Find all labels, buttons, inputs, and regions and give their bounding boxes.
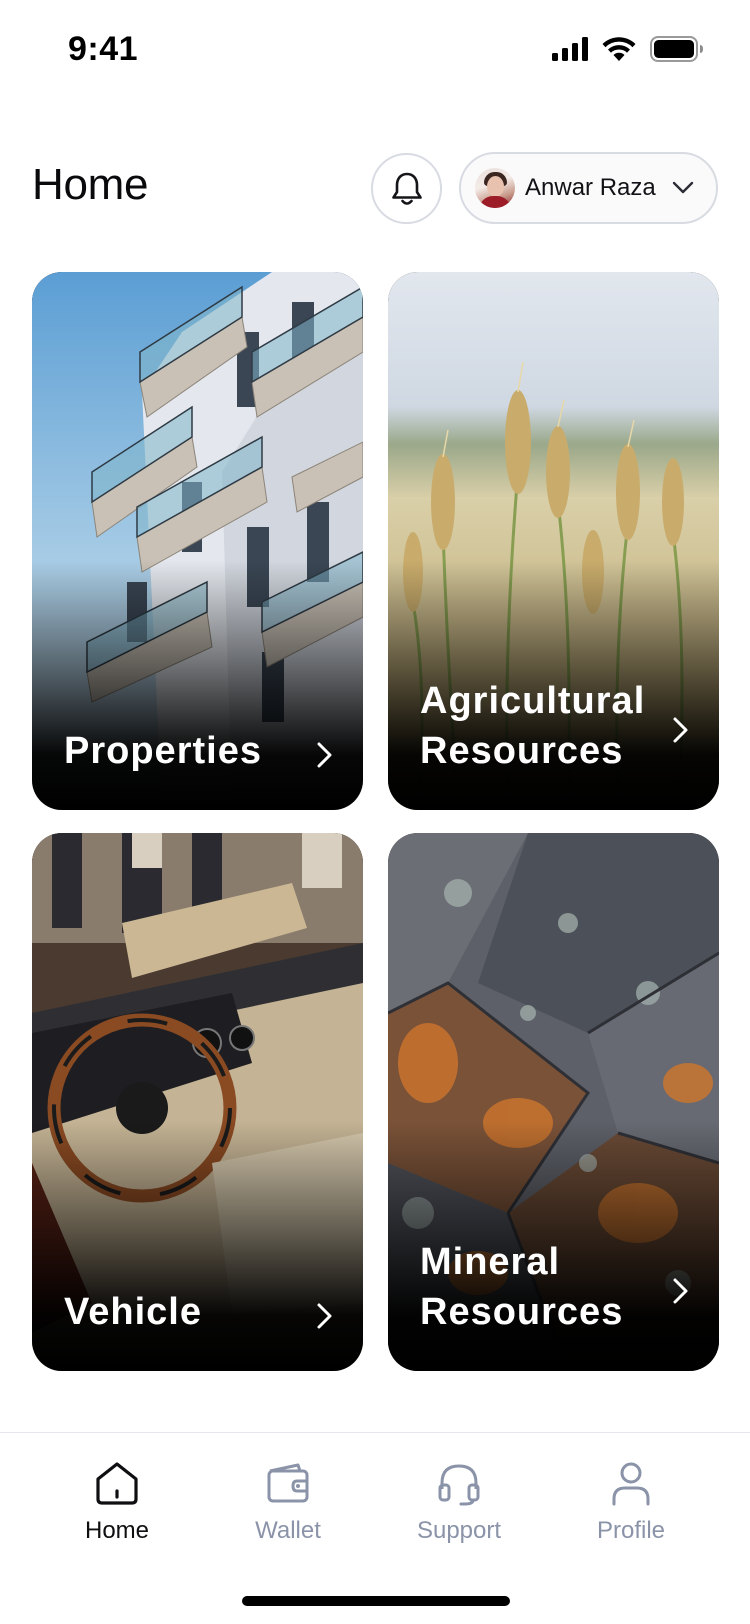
chevron-right-icon	[317, 742, 332, 768]
wallet-icon	[267, 1463, 309, 1503]
user-menu-button[interactable]: Anwar Raza	[459, 152, 718, 224]
bell-icon	[391, 172, 422, 205]
headset-icon	[438, 1464, 480, 1506]
nav-label: Support	[416, 1517, 502, 1544]
status-bar: 9:41	[0, 0, 750, 100]
card-label: Agricultural Resources	[420, 680, 646, 772]
avatar	[475, 168, 515, 208]
chevron-right-icon	[673, 1278, 688, 1304]
battery-icon	[650, 36, 703, 62]
wifi-icon	[602, 37, 636, 61]
card-label: Mineral Resources	[420, 1241, 624, 1333]
chevron-down-icon	[672, 181, 694, 195]
category-card-vehicle[interactable]: Vehicle	[32, 833, 363, 1371]
chevron-right-icon	[673, 717, 688, 743]
nav-item-home[interactable]: Home	[42, 1459, 192, 1545]
page-title: Home	[32, 160, 149, 209]
nav-item-profile[interactable]: Profile	[556, 1459, 706, 1545]
notifications-button[interactable]	[371, 153, 442, 224]
signal-icon	[552, 37, 588, 61]
user-name: Anwar Raza	[525, 174, 656, 201]
nav-item-support[interactable]: Support	[384, 1459, 534, 1545]
nav-label: Home	[84, 1517, 150, 1544]
category-card-properties[interactable]: Properties	[32, 272, 363, 810]
category-card-mineral-resources[interactable]: Mineral Resources	[388, 833, 719, 1371]
home-indicator	[242, 1596, 510, 1606]
card-label: Vehicle	[64, 1291, 202, 1333]
nav-label: Profile	[596, 1517, 666, 1544]
status-time: 9:41	[68, 30, 139, 68]
user-icon	[612, 1462, 650, 1506]
status-icons	[552, 36, 704, 62]
category-card-agricultural-resources[interactable]: Agricultural Resources	[388, 272, 719, 810]
nav-item-wallet[interactable]: Wallet	[213, 1459, 363, 1545]
home-icon	[96, 1462, 138, 1505]
chevron-right-icon	[317, 1303, 332, 1329]
nav-label: Wallet	[255, 1517, 321, 1544]
card-label: Properties	[64, 730, 262, 772]
